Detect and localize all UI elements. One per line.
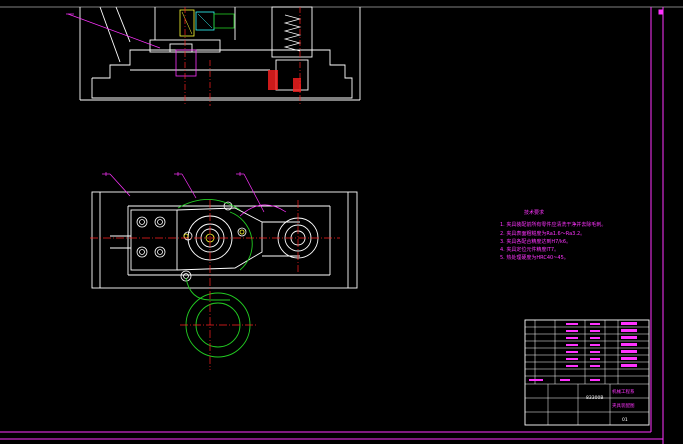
institution-name: 机械工程系 bbox=[612, 388, 635, 395]
tech-req-title: 技术要求 bbox=[524, 209, 544, 216]
tech-req-item: 1. 夹具装配前所有零件应清洗干净并去除毛刺。 bbox=[500, 221, 606, 228]
tech-req-item: 3. 夹具各配合精度达到H7/k6。 bbox=[500, 238, 571, 245]
tech-req-item: 5. 热处理硬度为HRC40~45。 bbox=[500, 254, 569, 261]
drawing-number: 83300B bbox=[586, 395, 603, 401]
tech-req-item: 2. 夹具表面粗糙度为Ra1.6～Ra3.2。 bbox=[500, 230, 585, 237]
drawing-name: 夹具装配图 bbox=[612, 402, 635, 409]
sheet-number: 01 bbox=[622, 417, 628, 423]
tech-req-item: 4. 夹具定位元件精度IT7。 bbox=[500, 246, 559, 253]
cad-drawing-canvas[interactable]: 技术要求 1. 夹具装配前所有零件应清洗干净并去除毛刺。 2. 夹具表面粗糙度为… bbox=[0, 0, 683, 444]
